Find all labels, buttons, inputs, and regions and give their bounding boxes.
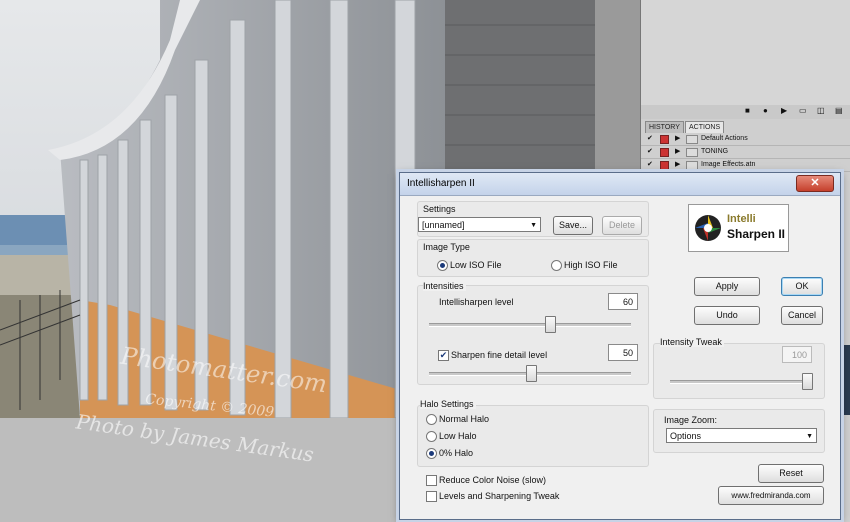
intellisharpen-logo: Intelli Sharpen II — [688, 204, 789, 252]
action-label: Default Actions — [701, 135, 748, 142]
dialog-titlebar[interactable]: Intellisharpen II ✕ — [400, 173, 840, 196]
image-zoom-label: Image Zoom: — [664, 415, 718, 425]
folder-icon[interactable]: ▭ — [799, 106, 807, 115]
intensities-label: Intensities — [423, 281, 466, 291]
panel-toolbar: ■ ● ▶ ▭ ◫ ▤ — [640, 105, 850, 120]
logo-line1: Intelli — [727, 213, 756, 225]
low-halo-label[interactable]: Low Halo — [439, 431, 477, 441]
record-icon[interactable]: ● — [763, 106, 768, 115]
ok-button[interactable]: OK — [781, 277, 823, 296]
intellisharpen-dialog: Intellisharpen II ✕ Settings [unnamed] ▼… — [399, 172, 841, 520]
sharpen-fine-label[interactable]: Sharpen fine detail level — [451, 350, 547, 360]
fredmiranda-link-button[interactable]: www.fredmiranda.com — [718, 486, 824, 505]
settings-select[interactable]: [unnamed] ▼ — [418, 217, 541, 232]
intensity-tweak-label: Intensity Tweak — [660, 337, 724, 347]
low-iso-radio[interactable] — [437, 260, 448, 271]
sharpen-fine-slider[interactable] — [526, 365, 537, 382]
dialog-toggle-icon[interactable] — [660, 161, 669, 170]
intensity-tweak-input[interactable]: 100 — [782, 346, 812, 363]
folder-icon — [686, 148, 698, 157]
logo-line2: Sharpen II — [727, 227, 786, 241]
settings-label: Settings — [423, 204, 456, 214]
action-row[interactable]: ✔ ▶ TONING — [641, 145, 850, 159]
apply-button[interactable]: Apply — [694, 277, 760, 296]
trash-icon[interactable]: ▤ — [835, 106, 843, 115]
action-row[interactable]: ✔ ▶ Image Effects.atn — [641, 158, 850, 172]
intellisharpen-level-input[interactable]: 60 — [608, 293, 638, 310]
normal-halo-radio[interactable] — [426, 414, 437, 425]
low-iso-label[interactable]: Low ISO File — [450, 260, 502, 270]
check-icon[interactable]: ✔ — [647, 161, 654, 168]
check-icon[interactable]: ✔ — [647, 135, 654, 142]
close-button[interactable]: ✕ — [796, 175, 834, 192]
folder-icon — [686, 161, 698, 170]
delete-button[interactable]: Delete — [602, 216, 642, 235]
intellisharpen-level-track[interactable] — [429, 323, 631, 327]
check-icon[interactable]: ✔ — [647, 148, 654, 155]
new-icon[interactable]: ◫ — [817, 106, 825, 115]
zero-halo-radio[interactable] — [426, 448, 437, 459]
watermark-line3: Photo by James Markus — [74, 409, 316, 467]
dialog-title: Intellisharpen II — [407, 178, 475, 189]
high-iso-label[interactable]: High ISO File — [564, 260, 618, 270]
reduce-noise-label[interactable]: Reduce Color Noise (slow) — [439, 475, 546, 485]
stop-icon[interactable]: ■ — [745, 106, 750, 115]
expand-icon[interactable]: ▶ — [675, 145, 680, 158]
reduce-noise-checkbox[interactable] — [426, 475, 437, 486]
image-zoom-selected-value: Options — [670, 431, 702, 441]
reset-button[interactable]: Reset — [758, 464, 824, 483]
halo-settings-label: Halo Settings — [420, 399, 476, 409]
levels-tweak-label[interactable]: Levels and Sharpening Tweak — [439, 491, 559, 501]
settings-selected-value: [unnamed] — [422, 220, 465, 230]
levels-tweak-checkbox[interactable] — [426, 491, 437, 502]
intellisharpen-level-label: Intellisharpen level — [439, 297, 514, 307]
dialog-toggle-icon[interactable] — [660, 135, 669, 144]
low-halo-radio[interactable] — [426, 431, 437, 442]
normal-halo-label[interactable]: Normal Halo — [439, 414, 489, 424]
expand-icon[interactable]: ▶ — [675, 132, 680, 145]
navigator-panel — [640, 0, 850, 105]
intellisharpen-level-slider[interactable] — [545, 316, 556, 333]
intensity-tweak-slider[interactable] — [802, 373, 813, 390]
sharpen-fine-input[interactable]: 50 — [608, 344, 638, 361]
dialog-toggle-icon[interactable] — [660, 148, 669, 157]
expand-icon[interactable]: ▶ — [675, 158, 680, 171]
folder-icon — [686, 135, 698, 144]
action-label: TONING — [701, 148, 729, 155]
zero-halo-label[interactable]: 0% Halo — [439, 448, 473, 458]
sharpen-fine-checkbox[interactable]: ✔ — [438, 350, 449, 361]
save-button[interactable]: Save... — [553, 216, 593, 235]
action-label: Image Effects.atn — [701, 161, 756, 168]
intensity-tweak-track[interactable] — [670, 380, 810, 384]
action-row[interactable]: ✔ ▶ Default Actions — [641, 132, 850, 146]
play-icon[interactable]: ▶ — [781, 106, 787, 115]
chevron-down-icon: ▼ — [806, 433, 813, 440]
high-iso-radio[interactable] — [551, 260, 562, 271]
aperture-icon — [695, 215, 721, 241]
image-type-label: Image Type — [423, 242, 470, 252]
side-ruler — [842, 345, 850, 415]
undo-button[interactable]: Undo — [694, 306, 760, 325]
chevron-down-icon: ▼ — [530, 222, 537, 229]
image-zoom-select[interactable]: Options ▼ — [666, 428, 817, 443]
cancel-button[interactable]: Cancel — [781, 306, 823, 325]
